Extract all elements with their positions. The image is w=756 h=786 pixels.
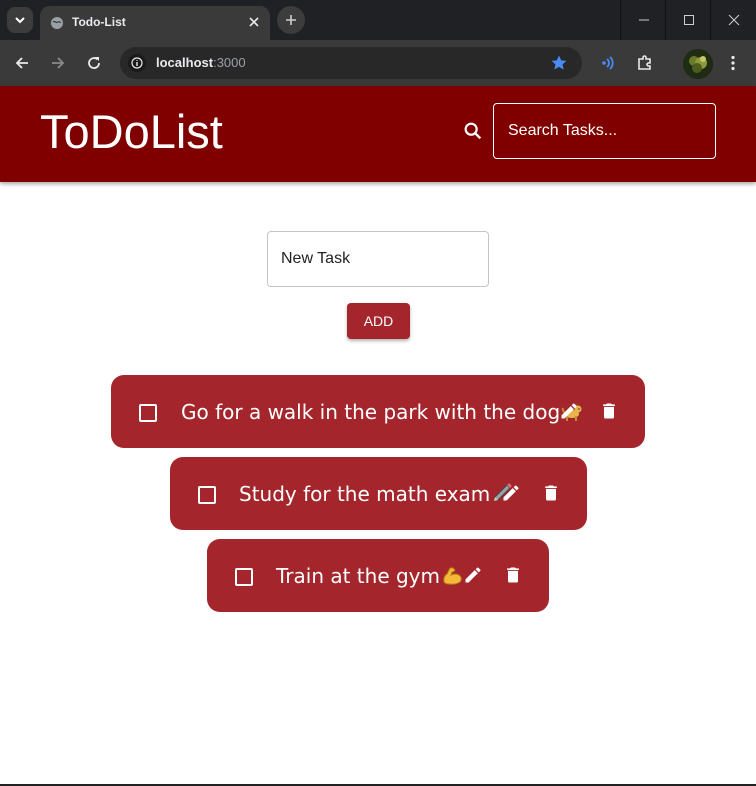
delete-icon[interactable] <box>503 565 523 585</box>
todo-checkbox[interactable] <box>139 404 157 422</box>
todo-item: Study for the math exam <box>170 457 587 530</box>
todo-item: Go for a walk in the park with the dog <box>111 375 645 448</box>
close-icon <box>249 17 259 27</box>
flexed-biceps-icon <box>443 567 462 585</box>
chevron-down-icon <box>15 17 25 24</box>
todo-text: Go for a walk in the park with the dog <box>181 400 583 424</box>
arrow-right-icon <box>52 57 65 69</box>
reload-icon <box>88 57 100 69</box>
tab-title: Todo-List <box>72 15 126 29</box>
window-close-button[interactable] <box>710 0 756 40</box>
app-header: ToDoList <box>0 86 756 182</box>
url-text: localhost:3000 <box>156 55 246 70</box>
maximize-button[interactable] <box>665 0 711 40</box>
tab-search-button[interactable] <box>7 7 33 33</box>
delete-icon[interactable] <box>599 401 619 421</box>
new-task-field <box>267 231 489 287</box>
kebab-menu-icon <box>731 55 735 71</box>
forward-button[interactable] <box>47 52 69 74</box>
new-tab-button[interactable] <box>277 6 305 34</box>
browser-menu-button[interactable] <box>722 52 744 74</box>
delete-icon[interactable] <box>541 483 561 503</box>
reload-button[interactable] <box>83 52 105 74</box>
todo-text: Study for the math exam <box>239 482 513 506</box>
minimize-icon <box>638 19 649 21</box>
app-title: ToDoList <box>40 105 223 158</box>
site-info-icon[interactable] <box>128 54 146 72</box>
todo-text: Train at the gym <box>276 564 465 588</box>
new-task-input[interactable] <box>268 232 481 286</box>
profile-avatar[interactable] <box>683 49 713 79</box>
browser-toolbar: localhost:3000 <box>0 40 756 86</box>
add-button[interactable]: ADD <box>347 303 410 339</box>
maximize-icon <box>683 15 694 25</box>
todo-checkbox[interactable] <box>198 486 216 504</box>
puzzle-icon <box>638 55 651 70</box>
edit-icon[interactable] <box>501 483 521 503</box>
todo-item: Train at the gym <box>207 539 549 612</box>
edit-icon[interactable] <box>463 565 483 585</box>
cast-media-button[interactable] <box>597 52 619 74</box>
close-icon <box>728 14 739 26</box>
search-input[interactable] <box>494 104 708 158</box>
minimize-button[interactable] <box>620 0 666 40</box>
back-button[interactable] <box>11 52 33 74</box>
bookmark-star-icon[interactable] <box>550 54 568 72</box>
broadcast-icon <box>602 56 614 70</box>
globe-icon <box>51 17 63 29</box>
search-field <box>493 103 716 159</box>
tab-close-button[interactable] <box>246 14 262 30</box>
todo-checkbox[interactable] <box>235 568 253 586</box>
arrow-left-icon <box>15 57 28 69</box>
edit-icon[interactable] <box>559 401 579 421</box>
browser-tab[interactable]: Todo-List <box>40 6 270 40</box>
avatar-image <box>683 49 713 79</box>
plus-icon <box>286 15 296 25</box>
address-bar[interactable]: localhost:3000 <box>120 47 582 79</box>
browser-tab-strip: Todo-List <box>0 0 756 40</box>
search-icon <box>464 122 482 140</box>
extensions-button[interactable] <box>634 52 656 74</box>
